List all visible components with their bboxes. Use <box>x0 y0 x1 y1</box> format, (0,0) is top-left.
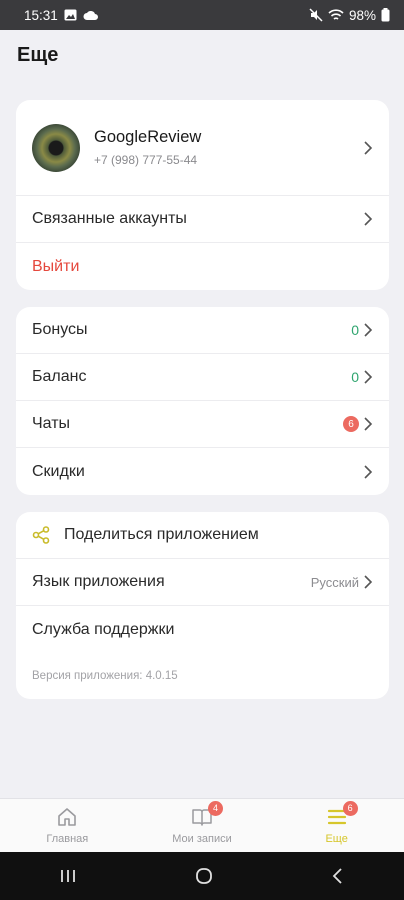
recents-icon[interactable] <box>59 868 77 884</box>
profile-text: GoogleReview +7 (998) 777-55-44 <box>94 128 363 167</box>
chevron-right-icon <box>364 212 373 226</box>
page-title: Еще <box>17 44 59 66</box>
wifi-icon <box>328 8 344 20</box>
tab-records-label: Мои записи <box>172 832 232 845</box>
tab-bar: Главная 4 Мои записи 6 Еще <box>0 798 404 852</box>
avatar <box>32 123 80 172</box>
share-icon <box>32 526 50 544</box>
logout-label: Выйти <box>32 257 80 275</box>
tab-more-label: Еще <box>325 832 348 845</box>
finance-card: Бонусы 0 Баланс 0 Чаты 6 Скидки <box>16 307 389 495</box>
share-label: Поделиться приложением <box>64 526 259 543</box>
profile-phone: +7 (998) 777-55-44 <box>94 153 198 167</box>
chevron-right-icon <box>364 370 373 384</box>
balance-label: Баланс <box>32 368 87 385</box>
language-trail: Русский <box>311 574 373 590</box>
support-row[interactable]: Служба поддержки <box>16 606 389 653</box>
bonuses-trail: 0 <box>351 322 373 338</box>
language-label: Язык приложения <box>32 573 165 590</box>
tab-more[interactable]: 6 Еще <box>277 800 397 845</box>
back-icon[interactable] <box>331 867 345 885</box>
bonuses-label: Бонусы <box>32 321 88 338</box>
system-nav-bar <box>0 852 404 900</box>
share-row[interactable]: Поделиться приложением <box>16 512 389 559</box>
chats-badge: 6 <box>343 416 359 432</box>
account-card: GoogleReview +7 (998) 777-55-44 Связанны… <box>16 100 389 290</box>
status-time: 15:31 <box>24 7 58 23</box>
chats-label: Чаты <box>32 415 71 432</box>
discounts-label: Скидки <box>32 462 85 480</box>
mute-icon <box>309 8 323 22</box>
tab-more-badge: 6 <box>342 800 358 816</box>
chats-row[interactable]: Чаты 6 <box>16 401 389 448</box>
tab-records[interactable]: 4 Мои записи <box>142 800 262 845</box>
balance-value: 0 <box>351 369 359 385</box>
chevron-right-icon <box>364 140 373 155</box>
profile-name: GoogleReview <box>94 128 202 146</box>
bonuses-value: 0 <box>351 322 359 338</box>
home-icon <box>58 807 77 826</box>
language-value: Русский <box>310 574 359 590</box>
chevron-right-icon <box>364 417 373 431</box>
logout-row[interactable]: Выйти <box>16 243 389 290</box>
status-bar: 15:31 98% <box>0 0 404 30</box>
battery-percent: 98% <box>348 7 376 23</box>
discounts-row[interactable]: Скидки <box>16 448 389 495</box>
language-row[interactable]: Язык приложения Русский <box>16 559 389 606</box>
settings-card: Поделиться приложением Язык приложения Р… <box>16 512 389 699</box>
linked-accounts-label: Связанные аккаунты <box>32 210 187 227</box>
chevron-right-icon <box>364 464 373 479</box>
tab-home[interactable]: Главная <box>7 807 127 845</box>
image-icon <box>64 9 77 21</box>
balance-row[interactable]: Баланс 0 <box>16 354 389 401</box>
bonuses-row[interactable]: Бонусы 0 <box>16 307 389 354</box>
status-left: 15:31 <box>24 8 98 23</box>
chevron-right-icon <box>364 575 373 589</box>
cloud-icon <box>83 10 98 20</box>
home-circle-icon[interactable] <box>194 866 214 886</box>
support-label: Служба поддержки <box>32 620 175 638</box>
app-version: Версия приложения: 4.0.15 <box>32 670 178 682</box>
status-right: 98% <box>309 8 390 23</box>
profile-row[interactable]: GoogleReview +7 (998) 777-55-44 <box>16 100 389 196</box>
battery-icon <box>381 8 390 22</box>
balance-trail: 0 <box>351 369 373 385</box>
tab-records-badge: 4 <box>207 800 223 816</box>
chevron-right-icon <box>364 323 373 337</box>
tab-home-label: Главная <box>46 832 89 845</box>
linked-accounts-row[interactable]: Связанные аккаунты <box>16 196 389 243</box>
chats-trail: 6 <box>343 416 373 432</box>
